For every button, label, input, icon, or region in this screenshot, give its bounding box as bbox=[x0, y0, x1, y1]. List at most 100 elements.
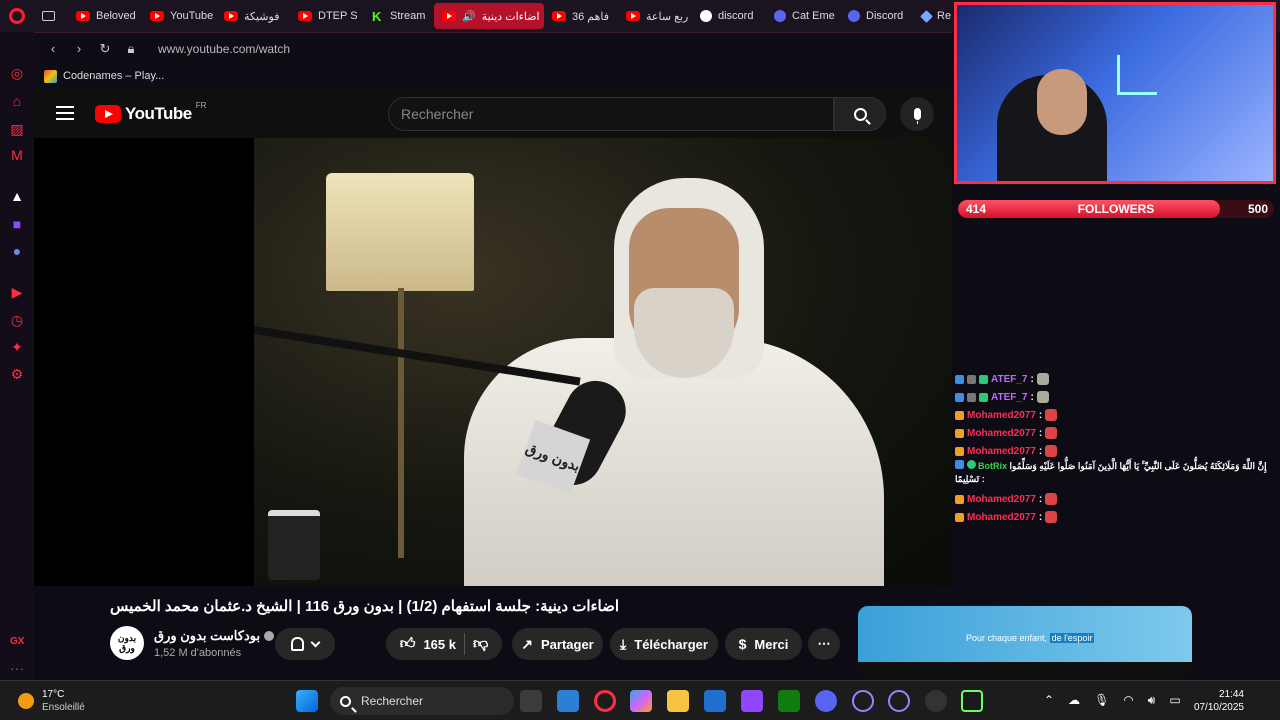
file-explorer-icon[interactable] bbox=[667, 690, 689, 712]
mod-badge-icon bbox=[967, 392, 976, 402]
time: 21:44 bbox=[1218, 689, 1244, 700]
opera-icon[interactable] bbox=[852, 690, 874, 712]
youtube-icon bbox=[224, 11, 238, 21]
sidebar-ad[interactable]: Pour chaque enfant, de l'espoir bbox=[858, 606, 1192, 680]
chat-message: Mohamed2077 : bbox=[955, 406, 1277, 424]
volume-icon[interactable]: 🔊︎ bbox=[1148, 693, 1156, 708]
search-box bbox=[388, 97, 834, 131]
discord-icon[interactable]: ● bbox=[9, 243, 25, 259]
task-view-icon[interactable] bbox=[520, 690, 542, 712]
clock[interactable]: 21:44 07/10/2025 bbox=[1190, 688, 1244, 714]
menu-icon[interactable] bbox=[56, 106, 74, 120]
search-button[interactable] bbox=[834, 97, 886, 131]
mod-badge-icon bbox=[967, 374, 976, 384]
gx-label[interactable]: GX bbox=[10, 636, 24, 647]
app-icon[interactable] bbox=[961, 690, 983, 712]
search-icon bbox=[853, 107, 867, 121]
chevron-down-icon bbox=[310, 637, 321, 647]
messenger-icon[interactable]: M bbox=[9, 147, 25, 163]
tab-system[interactable] bbox=[34, 3, 68, 29]
tab-fouchika[interactable]: فوشيكة bbox=[216, 3, 290, 29]
chevron-up-icon[interactable]: ⌃ bbox=[1044, 693, 1054, 708]
settings-icon[interactable]: ⚙ bbox=[9, 366, 25, 382]
devil-emote-icon bbox=[1045, 427, 1058, 439]
microphone-icon[interactable]: 🎙︎ bbox=[1094, 693, 1109, 708]
opera-icon[interactable] bbox=[888, 690, 910, 712]
wifi-icon[interactable]: ◠ bbox=[1123, 693, 1133, 708]
opera-gx-icon[interactable]: ◎ bbox=[9, 65, 25, 81]
tab-re[interactable]: Re bbox=[914, 3, 954, 29]
store-icon[interactable] bbox=[704, 690, 726, 712]
taskbar-search[interactable]: Rechercher bbox=[330, 687, 514, 715]
tab-fahem[interactable]: 36 فاهم bbox=[544, 3, 618, 29]
url-field[interactable]: www.youtube.com/watch bbox=[158, 42, 290, 56]
share-button[interactable]: ↗ Partager bbox=[512, 628, 603, 660]
onedrive-icon[interactable]: ☁ bbox=[1068, 693, 1080, 708]
tab-discord-search[interactable]: discord bbox=[692, 3, 766, 29]
more-icon[interactable]: ··· bbox=[10, 660, 24, 676]
opera-gx-taskbar-icon[interactable] bbox=[594, 690, 616, 712]
more-actions-button[interactable]: ⋯ bbox=[808, 628, 840, 660]
tab-discord[interactable]: Discord bbox=[840, 3, 914, 29]
ad-text: Pour chaque enfant, de l'espoir bbox=[966, 633, 1095, 643]
tab-rob3[interactable]: ربع ساعة bbox=[618, 3, 692, 29]
search-input[interactable] bbox=[389, 98, 833, 130]
dislike-icon[interactable]: 👎︎ bbox=[473, 635, 488, 653]
tab-label: DTEP S bbox=[318, 10, 358, 22]
tab-active-video[interactable]: 🔊 اضاءات دينية bbox=[434, 3, 544, 29]
voice-search-button[interactable] bbox=[900, 97, 934, 131]
xbox-icon[interactable] bbox=[778, 690, 800, 712]
extensions-icon[interactable]: ✦ bbox=[9, 339, 25, 355]
youtube-logo[interactable]: YouTube FR bbox=[95, 101, 206, 124]
cup bbox=[268, 510, 320, 580]
back-icon[interactable]: ‹ bbox=[46, 41, 60, 56]
video-player[interactable]: بدون ورق bbox=[34, 138, 952, 586]
sub-badge-icon bbox=[955, 392, 964, 402]
copilot-icon[interactable] bbox=[630, 690, 652, 712]
bookmark-codenames[interactable]: Codenames – Play... bbox=[63, 70, 164, 82]
streaming-app-icon[interactable]: ▲ bbox=[9, 188, 25, 204]
tab-cat-eme[interactable]: Cat Eme bbox=[766, 3, 840, 29]
opera-logo-icon[interactable] bbox=[0, 0, 34, 32]
widgets-icon[interactable] bbox=[557, 690, 579, 712]
windows-taskbar: 17°C Ensoleillé Rechercher ⌃ ☁ 🎙︎ ◠ 🔊︎ ▭ bbox=[0, 680, 1280, 720]
channel-avatar[interactable]: بدون ورق bbox=[110, 626, 144, 660]
download-button[interactable]: ⤓ Télécharger bbox=[610, 628, 718, 660]
tab-youtube[interactable]: YouTube bbox=[142, 3, 216, 29]
tab-label: YouTube bbox=[170, 10, 214, 22]
speaker-icon[interactable]: 🔊 bbox=[462, 10, 476, 23]
notifications-button[interactable] bbox=[275, 628, 335, 660]
stream-chat: ATEF_7 : ATEF_7 : Mohamed2077 : Mohamed2… bbox=[955, 370, 1277, 526]
obs-icon[interactable] bbox=[925, 690, 947, 712]
tab-beloved[interactable]: Beloved bbox=[68, 3, 142, 29]
tab-label: Discord bbox=[866, 10, 904, 22]
like-count[interactable]: 165 k bbox=[423, 637, 456, 652]
history-icon[interactable]: ◷ bbox=[9, 312, 25, 328]
divider bbox=[464, 633, 465, 655]
mods-icon[interactable]: ▨ bbox=[9, 121, 25, 137]
discord-icon bbox=[848, 10, 860, 22]
gaming-corner-icon[interactable]: ⌂ bbox=[9, 93, 25, 109]
chat-message: ATEF_7 : bbox=[955, 388, 1277, 406]
chat-username: ATEF_7 bbox=[991, 391, 1028, 403]
channel-name[interactable]: بودكاست بدون ورق bbox=[154, 628, 260, 644]
app-icon[interactable] bbox=[741, 690, 763, 712]
tab-dtep[interactable]: DTEP S bbox=[290, 3, 364, 29]
start-icon[interactable] bbox=[296, 690, 318, 712]
like-icon[interactable]: 👍︎ bbox=[400, 635, 416, 653]
reload-icon[interactable]: ↻ bbox=[98, 41, 112, 57]
thanks-button[interactable]: $ Merci bbox=[725, 628, 802, 660]
neon-sign bbox=[1117, 55, 1157, 95]
download-label: Télécharger bbox=[634, 636, 708, 652]
followers-label: FOLLOWERS bbox=[1077, 202, 1155, 216]
forward-icon[interactable]: › bbox=[72, 41, 86, 56]
weather-widget[interactable]: 17°C Ensoleillé bbox=[18, 688, 85, 714]
discord-taskbar-icon[interactable] bbox=[815, 690, 837, 712]
battery-icon[interactable]: ▭ bbox=[1169, 693, 1180, 708]
tab-stream[interactable]: K Stream bbox=[364, 3, 434, 29]
player-icon[interactable]: ▶ bbox=[9, 284, 25, 300]
lock-icon[interactable]: 🔒︎ bbox=[124, 41, 138, 57]
gift-badge-icon bbox=[979, 392, 988, 402]
twitch-icon[interactable]: ■ bbox=[9, 216, 25, 232]
chat-text: : bbox=[1038, 511, 1043, 523]
